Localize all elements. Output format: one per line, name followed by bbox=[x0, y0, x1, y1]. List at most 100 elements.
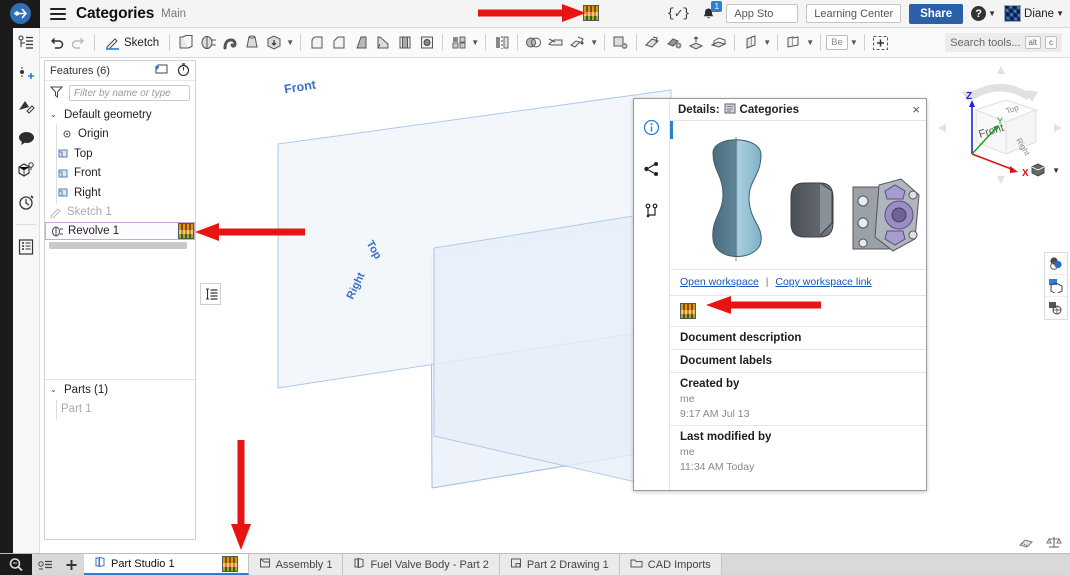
chevron-down-icon[interactable]: ▼ bbox=[470, 38, 480, 47]
chevron-down-icon[interactable]: ▼ bbox=[805, 38, 815, 47]
app-store-button[interactable]: App Sto bbox=[726, 4, 799, 23]
belt-tool-button[interactable]: Be bbox=[826, 35, 848, 50]
sketch-pencil-icon[interactable] bbox=[15, 96, 37, 116]
search-input[interactable]: Search tools... alt c bbox=[945, 33, 1062, 52]
tab-part-2-drawing-1[interactable]: Part 2 Drawing 1 bbox=[499, 554, 620, 575]
extrude-icon[interactable] bbox=[175, 31, 196, 54]
chevron-down-icon: ▼ bbox=[1056, 9, 1064, 18]
feature-toolbar: Sketch ▼ ▼ ▼ ▼ ▼ Be ▼ Search tools... al… bbox=[40, 28, 1070, 58]
link-separator: | bbox=[765, 276, 769, 288]
details-panel-thumbnail[interactable] bbox=[680, 303, 696, 319]
tree-feature-revolve1[interactable]: Revolve 1 bbox=[45, 222, 195, 240]
rollback-bar-icon[interactable] bbox=[200, 283, 221, 305]
share-button[interactable]: Share bbox=[909, 3, 964, 24]
variable-icon[interactable] bbox=[783, 31, 804, 54]
replace-face-icon[interactable] bbox=[664, 31, 685, 54]
close-icon[interactable]: × bbox=[912, 103, 920, 116]
tab-list-icon[interactable] bbox=[32, 554, 58, 575]
feature-tree-panel: Features (6) Filter by name or type ⌄ De… bbox=[44, 60, 196, 540]
appearance-icon[interactable] bbox=[1045, 253, 1067, 275]
add-folder-icon[interactable] bbox=[154, 63, 169, 78]
parts-item-part1[interactable]: Part 1 bbox=[45, 400, 195, 420]
copy-workspace-link[interactable]: Copy workspace link bbox=[775, 276, 871, 288]
notifications-bell-icon[interactable]: 1 bbox=[698, 0, 723, 24]
mirror-icon[interactable] bbox=[491, 31, 512, 54]
titlebar-document-thumbnail[interactable] bbox=[583, 5, 599, 21]
enclose-icon[interactable] bbox=[708, 31, 729, 54]
info-icon[interactable] bbox=[641, 117, 663, 137]
tab-part-studio-1[interactable]: Part Studio 1 bbox=[84, 554, 249, 575]
display-state-icon[interactable] bbox=[1045, 275, 1067, 297]
split-icon[interactable] bbox=[545, 31, 566, 54]
render-icon[interactable] bbox=[1045, 297, 1067, 319]
view-cube-menu-icon[interactable]: ▼ bbox=[1030, 162, 1060, 178]
draft-icon[interactable] bbox=[350, 31, 371, 54]
feature-tree-scrollbar[interactable] bbox=[49, 242, 187, 249]
tree-feature-sketch1[interactable]: Sketch 1 bbox=[45, 203, 195, 223]
history-icon[interactable] bbox=[15, 192, 37, 212]
part-label: Part 1 bbox=[61, 403, 92, 416]
measure-icon[interactable] bbox=[1018, 536, 1034, 549]
shell-icon[interactable] bbox=[394, 31, 415, 54]
comment-icon[interactable] bbox=[15, 128, 37, 148]
add-tab-icon[interactable] bbox=[58, 554, 84, 575]
tab-assembly-1[interactable]: Assembly 1 bbox=[248, 554, 344, 575]
sketch-button[interactable]: Sketch bbox=[100, 31, 164, 54]
insert-icon[interactable] bbox=[870, 31, 891, 54]
tree-item-top[interactable]: Top bbox=[45, 144, 195, 164]
rib-icon[interactable] bbox=[372, 31, 393, 54]
parts-header[interactable]: ⌄ Parts (1) bbox=[45, 380, 195, 400]
tree-item-origin[interactable]: Origin bbox=[45, 125, 195, 145]
open-workspace-link[interactable]: Open workspace bbox=[680, 276, 759, 288]
share-node-icon[interactable] bbox=[641, 159, 663, 179]
filter-input[interactable]: Filter by name or type bbox=[69, 85, 190, 101]
chevron-down-icon: ⌄ bbox=[50, 385, 57, 395]
chevron-down-icon[interactable]: ▼ bbox=[849, 38, 859, 47]
sweep-icon[interactable] bbox=[219, 31, 240, 54]
user-menu[interactable]: Diane ▼ bbox=[1004, 5, 1064, 22]
part-studio-icon bbox=[353, 557, 365, 572]
revolve-icon[interactable] bbox=[197, 31, 218, 54]
toolbar-divider bbox=[777, 34, 779, 51]
tree-item-front[interactable]: Front bbox=[45, 164, 195, 184]
featurescript-icon[interactable]: {✓} bbox=[667, 6, 690, 21]
pattern-icon[interactable] bbox=[448, 31, 469, 54]
add-variable-icon[interactable] bbox=[15, 64, 37, 84]
timer-icon[interactable] bbox=[177, 62, 190, 79]
chevron-down-icon: ▼ bbox=[1052, 165, 1060, 175]
learning-center-button[interactable]: Learning Center bbox=[806, 4, 902, 23]
hamburger-menu-icon[interactable] bbox=[50, 7, 66, 20]
hole-icon[interactable] bbox=[416, 31, 437, 54]
chevron-down-icon[interactable]: ▼ bbox=[589, 38, 599, 47]
transform-icon[interactable] bbox=[567, 31, 588, 54]
feature-list-icon[interactable] bbox=[15, 32, 37, 52]
boolean-icon[interactable] bbox=[523, 31, 544, 54]
chevron-down-icon[interactable]: ▼ bbox=[285, 38, 295, 47]
sheet-metal-icon[interactable] bbox=[740, 31, 761, 54]
app-logo[interactable] bbox=[0, 0, 40, 28]
tree-item-right[interactable]: Right bbox=[45, 183, 195, 203]
branch-icon[interactable] bbox=[641, 201, 663, 221]
tab-part-studio-thumbnail[interactable] bbox=[221, 555, 238, 572]
tree-group-default-geometry[interactable]: ⌄ Default geometry bbox=[45, 105, 195, 125]
fillet-icon[interactable] bbox=[306, 31, 327, 54]
tab-cad-imports[interactable]: CAD Imports bbox=[619, 554, 722, 575]
offset-surface-icon[interactable] bbox=[686, 31, 707, 54]
chamfer-icon[interactable] bbox=[328, 31, 349, 54]
feature-revolve1-thumbnail[interactable] bbox=[178, 223, 194, 239]
mass-properties-icon[interactable] bbox=[1046, 536, 1062, 549]
thicken-icon[interactable] bbox=[263, 31, 284, 54]
part-instance-icon[interactable] bbox=[15, 160, 37, 180]
redo-icon[interactable] bbox=[68, 31, 89, 54]
chevron-down-icon[interactable]: ▼ bbox=[762, 38, 772, 47]
undo-icon[interactable] bbox=[46, 31, 67, 54]
tab-search-icon[interactable] bbox=[0, 554, 32, 575]
tab-fuel-valve-body-part-2[interactable]: Fuel Valve Body - Part 2 bbox=[343, 554, 500, 575]
delete-face-icon[interactable] bbox=[610, 31, 631, 54]
help-menu[interactable]: ? ▼ bbox=[971, 6, 996, 21]
filter-funnel-icon[interactable] bbox=[49, 86, 64, 101]
features-count-label: Features (6) bbox=[50, 64, 110, 77]
bill-of-materials-icon[interactable] bbox=[15, 237, 37, 257]
loft-icon[interactable] bbox=[241, 31, 262, 54]
move-face-icon[interactable] bbox=[642, 31, 663, 54]
